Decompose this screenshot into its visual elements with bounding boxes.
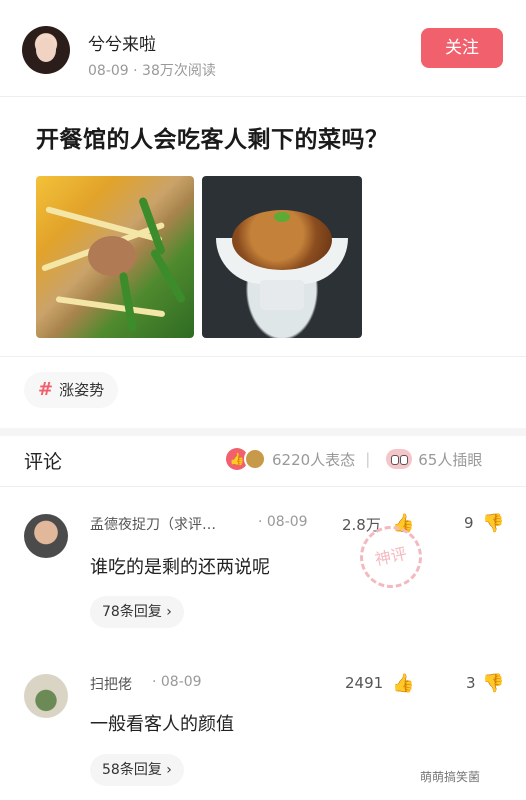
follow-button[interactable]: 关注 — [421, 28, 503, 68]
comment-like-count: 2491 — [345, 674, 384, 692]
post-header: 兮兮来啦 08-09 · 38万次阅读 关注 — [0, 0, 526, 96]
topic-tag-label: 涨姿势 — [59, 381, 105, 399]
comment-time: · 08-09 — [258, 514, 308, 530]
reaction-summary[interactable]: 👍 6220人表态 | 65人插眼 — [226, 447, 482, 471]
eye-count: 65人插眼 — [418, 450, 483, 469]
commenter-avatar[interactable] — [24, 514, 68, 558]
divider — [0, 356, 526, 357]
hashtag-icon: # — [38, 379, 54, 400]
author-name[interactable]: 兮兮来啦 — [88, 30, 156, 55]
comment-text: 谁吃的是剩的还两说呢 — [90, 557, 270, 578]
section-gap — [0, 428, 526, 436]
commenter-name[interactable]: 孟德夜捉刀（求评… — [90, 514, 216, 534]
thumbs-up-icon[interactable]: 👍 — [392, 674, 414, 694]
reaction-count: 6220人表态 — [272, 450, 356, 469]
thumbs-down-icon[interactable]: 👎 — [482, 674, 504, 694]
comment-time: · 08-09 — [152, 674, 202, 690]
commenter-avatar[interactable] — [24, 674, 68, 718]
post-meta: 08-09 · 38万次阅读 — [88, 63, 216, 79]
commenter-name[interactable]: 扫把佬 — [90, 674, 132, 694]
comments-title: 评论 — [24, 451, 63, 473]
view-replies-button[interactable]: 78条回复 › — [90, 596, 184, 628]
eyes-icon — [386, 449, 413, 469]
comment-dislike-count: 3 — [466, 674, 476, 692]
divider — [0, 96, 526, 97]
post-title: 开餐馆的人会吃客人剩下的菜吗？ — [36, 127, 389, 153]
food-image-salad[interactable] — [36, 176, 194, 338]
author-avatar[interactable] — [22, 26, 70, 74]
watermark: 萌萌搞笑菌 — [420, 770, 481, 784]
comment-dislike-count: 9 — [464, 514, 474, 532]
divider — [0, 486, 526, 487]
poop-reaction-icon — [244, 448, 266, 470]
food-image-braised-dish[interactable] — [202, 176, 362, 338]
thumbs-down-icon[interactable]: 👎 — [482, 514, 504, 534]
view-replies-button[interactable]: 58条回复 › — [90, 754, 184, 786]
separator: | — [365, 450, 371, 468]
comment-text: 一般看客人的颜值 — [90, 714, 234, 735]
topic-tag[interactable]: # 涨姿势 — [24, 372, 119, 408]
